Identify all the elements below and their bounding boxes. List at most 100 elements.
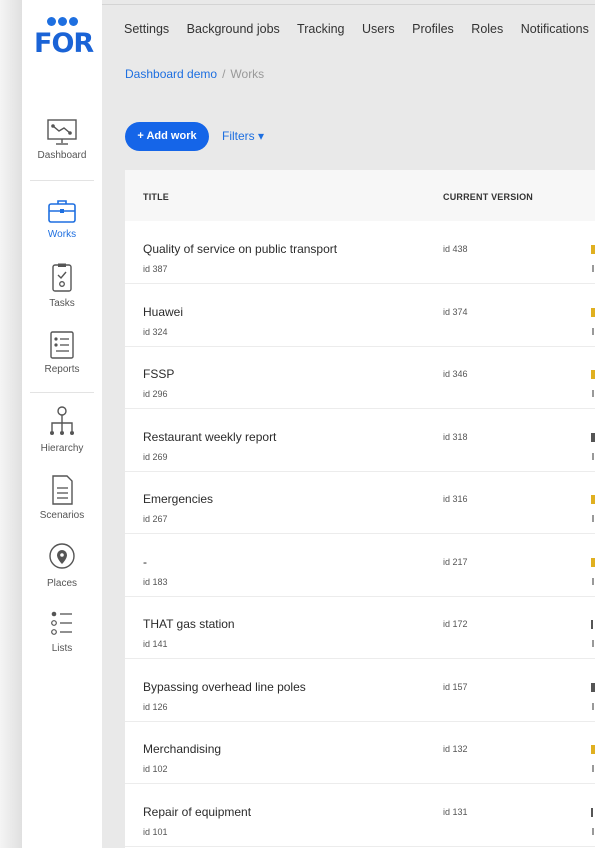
sidebar-item-label: Dashboard <box>37 150 87 161</box>
status-marker <box>591 620 593 629</box>
table-row[interactable]: - id 183 id 217 <box>125 534 595 597</box>
cell-fragment <box>592 578 594 585</box>
cell-fragment <box>592 265 594 272</box>
status-marker <box>591 495 595 504</box>
cell-fragment <box>592 640 594 647</box>
topnav-background-jobs[interactable]: Background jobs <box>187 22 280 36</box>
filters-dropdown[interactable]: Filters ▾ <box>222 129 264 143</box>
sidebar-item-lists[interactable]: Lists <box>22 609 102 654</box>
table-row[interactable]: FSSP id 296 id 346 <box>125 346 595 409</box>
table-row[interactable]: Quality of service on public transport i… <box>125 221 595 284</box>
topnav-notifications[interactable]: Notifications <box>521 22 589 36</box>
topnav-users[interactable]: Users <box>362 22 395 36</box>
logo-dot <box>69 17 78 26</box>
current-version-id: id 346 <box>443 369 468 379</box>
work-id: id 102 <box>143 764 168 774</box>
add-work-button[interactable]: + Add work <box>125 122 209 151</box>
topnav-roles[interactable]: Roles <box>471 22 503 36</box>
work-title: Quality of service on public transport <box>143 242 338 256</box>
work-title: - <box>143 555 147 569</box>
current-version-id: id 318 <box>443 432 468 442</box>
status-marker <box>591 433 595 442</box>
work-id: id 101 <box>143 827 168 837</box>
app-logo[interactable]: FOR <box>34 14 94 64</box>
cell-fragment <box>592 328 594 335</box>
sidebar-item-label: Lists <box>51 643 73 654</box>
table-row[interactable]: Bypassing overhead line poles id 126 id … <box>125 659 595 722</box>
work-title: Merchandising <box>143 742 222 756</box>
header-divider <box>102 4 595 5</box>
sidebar-divider <box>30 392 94 393</box>
table-row[interactable]: Emergencies id 267 id 316 <box>125 471 595 534</box>
logo-dot <box>47 17 56 26</box>
window-edge <box>0 0 22 848</box>
status-marker <box>591 745 595 754</box>
work-title: Repair of equipment <box>143 805 252 819</box>
cell-fragment <box>592 828 594 835</box>
work-title: THAT gas station <box>143 617 235 631</box>
topnav-settings[interactable]: Settings <box>124 22 169 36</box>
sidebar-item-places[interactable]: Places <box>22 542 102 589</box>
works-table: TITLE CURRENT VERSION Quality of service… <box>125 170 595 848</box>
status-marker <box>591 558 595 567</box>
table-row[interactable]: Huawei id 324 id 374 <box>125 284 595 347</box>
current-version-id: id 316 <box>443 494 468 504</box>
sidebar-item-reports[interactable]: Reports <box>22 330 102 375</box>
status-marker <box>591 683 595 692</box>
document-icon <box>52 475 73 505</box>
top-navigation: Settings Background jobs Tracking Users … <box>124 22 595 38</box>
breadcrumb-separator: / <box>222 67 226 81</box>
current-version-id: id 217 <box>443 557 468 567</box>
column-header-title[interactable]: TITLE <box>143 192 169 202</box>
current-version-id: id 157 <box>443 682 468 692</box>
current-version-id: id 374 <box>443 307 468 317</box>
work-id: id 296 <box>143 389 168 399</box>
table-row[interactable]: Restaurant weekly report id 269 id 318 <box>125 409 595 472</box>
sidebar-item-tasks[interactable]: Tasks <box>22 262 102 309</box>
sidebar-item-label: Scenarios <box>39 510 85 521</box>
sidebar-item-label: Hierarchy <box>40 443 84 454</box>
cell-fragment <box>592 703 594 710</box>
logo-text: FOR <box>34 28 94 59</box>
work-id: id 269 <box>143 452 168 462</box>
report-list-icon <box>50 331 74 359</box>
map-pin-icon <box>49 543 75 569</box>
sidebar-item-label: Works <box>47 229 77 240</box>
work-title: Restaurant weekly report <box>143 430 277 444</box>
status-marker <box>591 370 595 379</box>
current-version-id: id 132 <box>443 744 468 754</box>
current-version-id: id 438 <box>443 244 468 254</box>
topnav-profiles[interactable]: Profiles <box>412 22 454 36</box>
sidebar-item-hierarchy[interactable]: Hierarchy <box>22 405 102 454</box>
table-row[interactable]: THAT gas station id 141 id 172 <box>125 596 595 659</box>
cell-fragment <box>592 453 594 460</box>
topnav-tracking[interactable]: Tracking <box>297 22 344 36</box>
sidebar-item-label: Tasks <box>49 298 75 309</box>
breadcrumb-current: Works <box>230 67 265 81</box>
status-marker <box>591 308 595 317</box>
sidebar-item-dashboard[interactable]: Dashboard <box>22 118 102 161</box>
work-title: FSSP <box>143 367 175 381</box>
sidebar-item-label: Reports <box>44 364 80 375</box>
current-version-id: id 131 <box>443 807 468 817</box>
column-header-current-version[interactable]: CURRENT VERSION <box>443 192 533 202</box>
monitor-icon <box>47 119 77 145</box>
briefcase-icon <box>48 200 76 223</box>
logo-dot <box>58 17 67 26</box>
work-id: id 183 <box>143 577 168 587</box>
work-id: id 387 <box>143 264 168 274</box>
work-id: id 267 <box>143 514 168 524</box>
status-marker <box>591 808 593 817</box>
sidebar-item-scenarios[interactable]: Scenarios <box>22 474 102 521</box>
sidebar-item-works[interactable]: Works <box>22 197 102 240</box>
sidebar-divider <box>30 180 94 181</box>
table-row[interactable]: Merchandising id 102 id 132 <box>125 721 595 784</box>
table-row[interactable]: Repair of equipment id 101 id 131 <box>125 784 595 847</box>
work-title: Emergencies <box>143 492 214 506</box>
breadcrumb-link-dashboard-demo[interactable]: Dashboard demo <box>125 67 217 81</box>
bullet-list-icon <box>51 611 72 635</box>
table-header: TITLE CURRENT VERSION <box>125 170 595 221</box>
work-title: Bypassing overhead line poles <box>143 680 306 694</box>
work-id: id 324 <box>143 327 168 337</box>
work-title: Huawei <box>143 305 184 319</box>
